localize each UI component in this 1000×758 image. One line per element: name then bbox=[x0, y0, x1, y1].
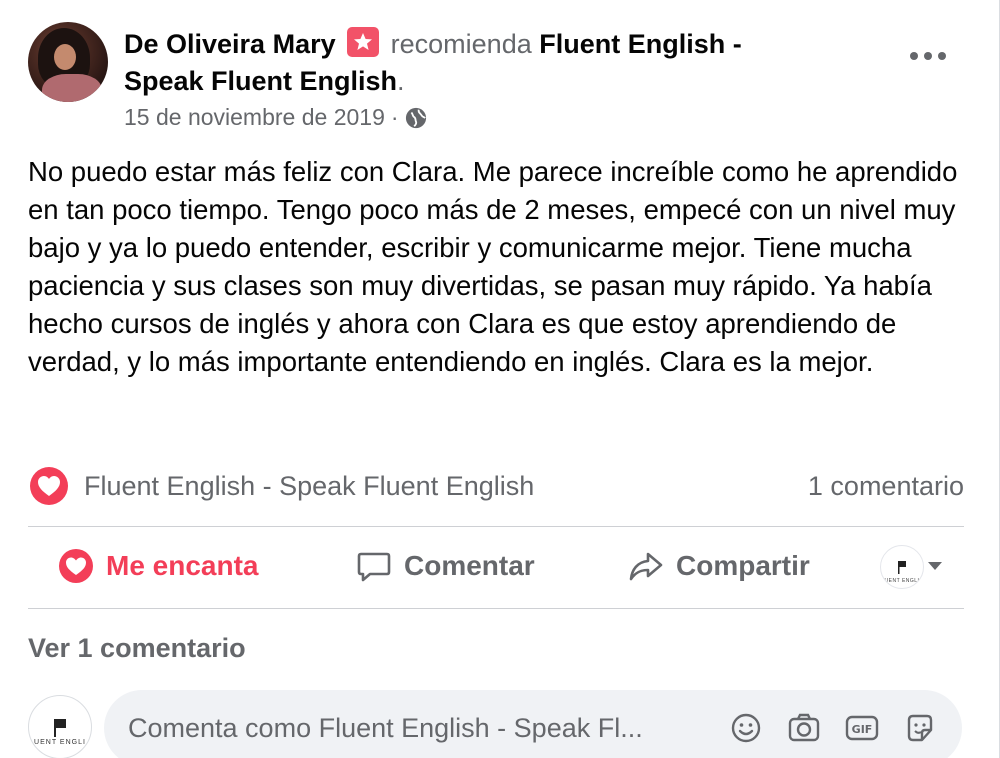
comment-input[interactable] bbox=[128, 712, 728, 744]
commenter-avatar-text: UENT ENGLI bbox=[34, 739, 86, 746]
comment-label: Comentar bbox=[404, 550, 535, 581]
globe-icon bbox=[405, 107, 426, 128]
gif-icon[interactable]: GIF bbox=[844, 710, 880, 746]
page-avatar-selector[interactable]: UENT ENGLI bbox=[880, 545, 924, 589]
comment-composer: GIF bbox=[104, 690, 962, 758]
flag-icon bbox=[898, 561, 906, 574]
share-button[interactable]: Compartir bbox=[628, 548, 810, 584]
action-bar: Me encanta Comentar Compartir UENT ENGLI bbox=[28, 528, 964, 608]
camera-icon[interactable] bbox=[786, 710, 822, 746]
divider-top bbox=[28, 526, 964, 527]
love-label: Me encanta bbox=[106, 550, 259, 581]
sticker-icon[interactable] bbox=[902, 710, 938, 746]
page-avatar-text: UENT ENGLI bbox=[884, 578, 920, 584]
comment-button[interactable]: Comentar bbox=[356, 548, 535, 584]
post-body: No puedo estar más feliz con Clara. Me p… bbox=[28, 156, 958, 377]
recommend-badge-icon bbox=[347, 27, 380, 57]
heart-icon[interactable] bbox=[30, 467, 68, 505]
flag-icon bbox=[54, 719, 66, 737]
divider-bottom bbox=[28, 608, 964, 609]
post-card: De Oliveira Mary recomienda Fluent Engli… bbox=[0, 0, 1000, 758]
heart-icon bbox=[59, 549, 93, 583]
post-date[interactable]: 15 de noviembre de 2019 bbox=[124, 104, 385, 131]
more-options-icon[interactable] bbox=[910, 52, 946, 60]
comment-icon bbox=[357, 552, 391, 582]
commenter-avatar: UENT ENGLI bbox=[28, 695, 92, 758]
share-label: Compartir bbox=[676, 550, 810, 581]
meta-separator: · bbox=[390, 104, 399, 130]
chevron-down-icon[interactable] bbox=[928, 562, 942, 570]
reactor-name[interactable]: Fluent English - Speak Fluent English bbox=[84, 471, 534, 502]
composer-icons: GIF bbox=[728, 710, 938, 746]
reactions-bar: Fluent English - Speak Fluent English 1 … bbox=[30, 466, 964, 506]
post-meta: 15 de noviembre de 2019 · bbox=[124, 104, 427, 131]
author-name[interactable]: De Oliveira Mary bbox=[124, 29, 336, 59]
love-button[interactable]: Me encanta bbox=[58, 548, 259, 584]
share-icon bbox=[629, 552, 663, 581]
post-header: De Oliveira Mary recomienda Fluent Engli… bbox=[124, 26, 824, 100]
author-avatar[interactable] bbox=[28, 22, 108, 102]
svg-text:GIF: GIF bbox=[852, 723, 873, 736]
end-punct: . bbox=[397, 66, 405, 96]
emoji-icon[interactable] bbox=[728, 710, 764, 746]
recommend-verb: recomienda bbox=[383, 29, 540, 59]
view-comments-link[interactable]: Ver 1 comentario bbox=[28, 633, 246, 664]
comment-count[interactable]: 1 comentario bbox=[808, 471, 964, 502]
